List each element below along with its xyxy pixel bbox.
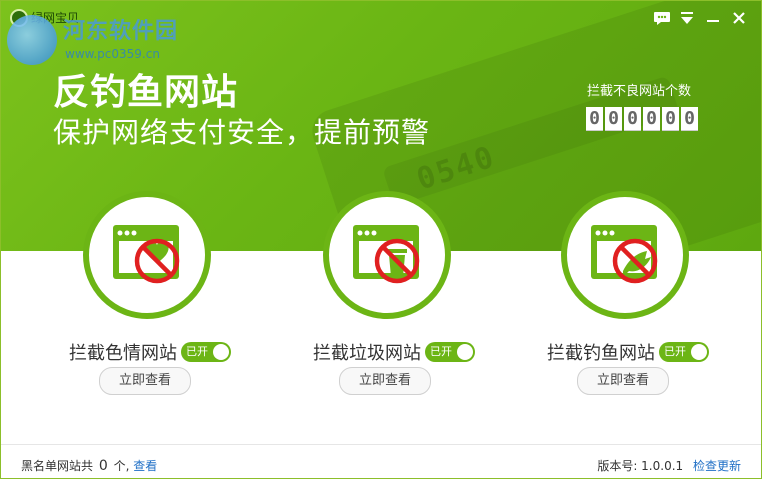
count-digit: 0	[605, 107, 622, 131]
feature-toggle[interactable]: 已开	[659, 342, 709, 362]
toggle-knob	[213, 344, 229, 360]
toggle-label: 已开	[186, 345, 208, 358]
feature-label: 拦截钓鱼网站	[547, 343, 655, 364]
watermark-logo-icon	[7, 15, 57, 65]
watermark-url: www.pc0359.cn	[65, 47, 160, 61]
feature-icon-ring	[83, 191, 211, 319]
version-info: 版本号: 1.0.0.1 检查更新	[597, 457, 741, 474]
feature-block-phishing: 拦截钓鱼网站 已开 立即查看	[531, 191, 731, 401]
toggle-knob	[691, 344, 707, 360]
feature-row: 拦截钓鱼网站 已开	[531, 339, 731, 365]
view-now-button[interactable]: 立即查看	[577, 367, 669, 395]
blacklist-count: 0	[98, 458, 108, 474]
check-update-link[interactable]: 检查更新	[693, 459, 741, 473]
view-blacklist-link[interactable]: 查看	[133, 459, 157, 473]
blocked-count-label: 拦截不良网站个数	[587, 84, 692, 99]
blacklist-summary: 黑名单网站共 0 个, 查看	[21, 457, 157, 474]
blacklist-prefix: 黑名单网站共	[21, 459, 94, 473]
feature-icon-ring	[323, 191, 451, 319]
minimize-icon[interactable]	[704, 9, 722, 27]
count-digit: 0	[624, 107, 641, 131]
count-digit: 0	[586, 107, 603, 131]
watermark-text: 河东软件园	[63, 18, 179, 44]
app-window: 0540 反钓鱼网站 保护网络支付安全，提前预警 拦截不良网站个数 0 0 0 …	[0, 0, 762, 479]
watermark: 河东软件园 www.pc0359.cn	[1, 1, 221, 71]
feature-toggle[interactable]: 已开	[181, 342, 231, 362]
feedback-icon[interactable]	[653, 9, 671, 27]
count-digit: 0	[643, 107, 660, 131]
view-now-button[interactable]: 立即查看	[339, 367, 431, 395]
feature-row: 拦截垃圾网站 已开	[293, 339, 493, 365]
blocked-count-digits: 0 0 0 0 0 0	[586, 107, 698, 131]
feature-block-trash: 拦截垃圾网站 已开 立即查看	[293, 191, 493, 401]
toggle-label: 已开	[430, 345, 452, 358]
status-bar: 黑名单网站共 0 个, 查看 版本号: 1.0.0.1 检查更新	[1, 444, 761, 478]
view-now-button[interactable]: 立即查看	[99, 367, 191, 395]
close-icon[interactable]	[730, 9, 748, 27]
blacklist-suffix: 个,	[113, 459, 130, 473]
count-digit: 0	[681, 107, 698, 131]
feature-icon-ring	[561, 191, 689, 319]
menu-dropdown-icon[interactable]	[678, 9, 696, 27]
toggle-knob	[457, 344, 473, 360]
blocked-fish-icon	[591, 225, 658, 284]
version-label: 版本号: 1.0.0.1	[597, 459, 684, 473]
feature-label: 拦截色情网站	[69, 343, 177, 364]
feature-toggle[interactable]: 已开	[425, 342, 475, 362]
count-digit: 0	[662, 107, 679, 131]
feature-block-porn: 拦截色情网站 已开 立即查看	[53, 191, 253, 401]
toggle-label: 已开	[664, 345, 686, 358]
feature-label: 拦截垃圾网站	[313, 343, 421, 364]
blocked-heart-icon	[113, 225, 180, 284]
page-subtitle: 保护网络支付安全，提前预警	[53, 116, 431, 149]
blocked-trash-icon	[353, 225, 420, 284]
title-bar[interactable]: 绿网宝贝 河东软件园 www.pc0359.cn	[1, 1, 761, 65]
feature-row: 拦截色情网站 已开	[53, 339, 253, 365]
